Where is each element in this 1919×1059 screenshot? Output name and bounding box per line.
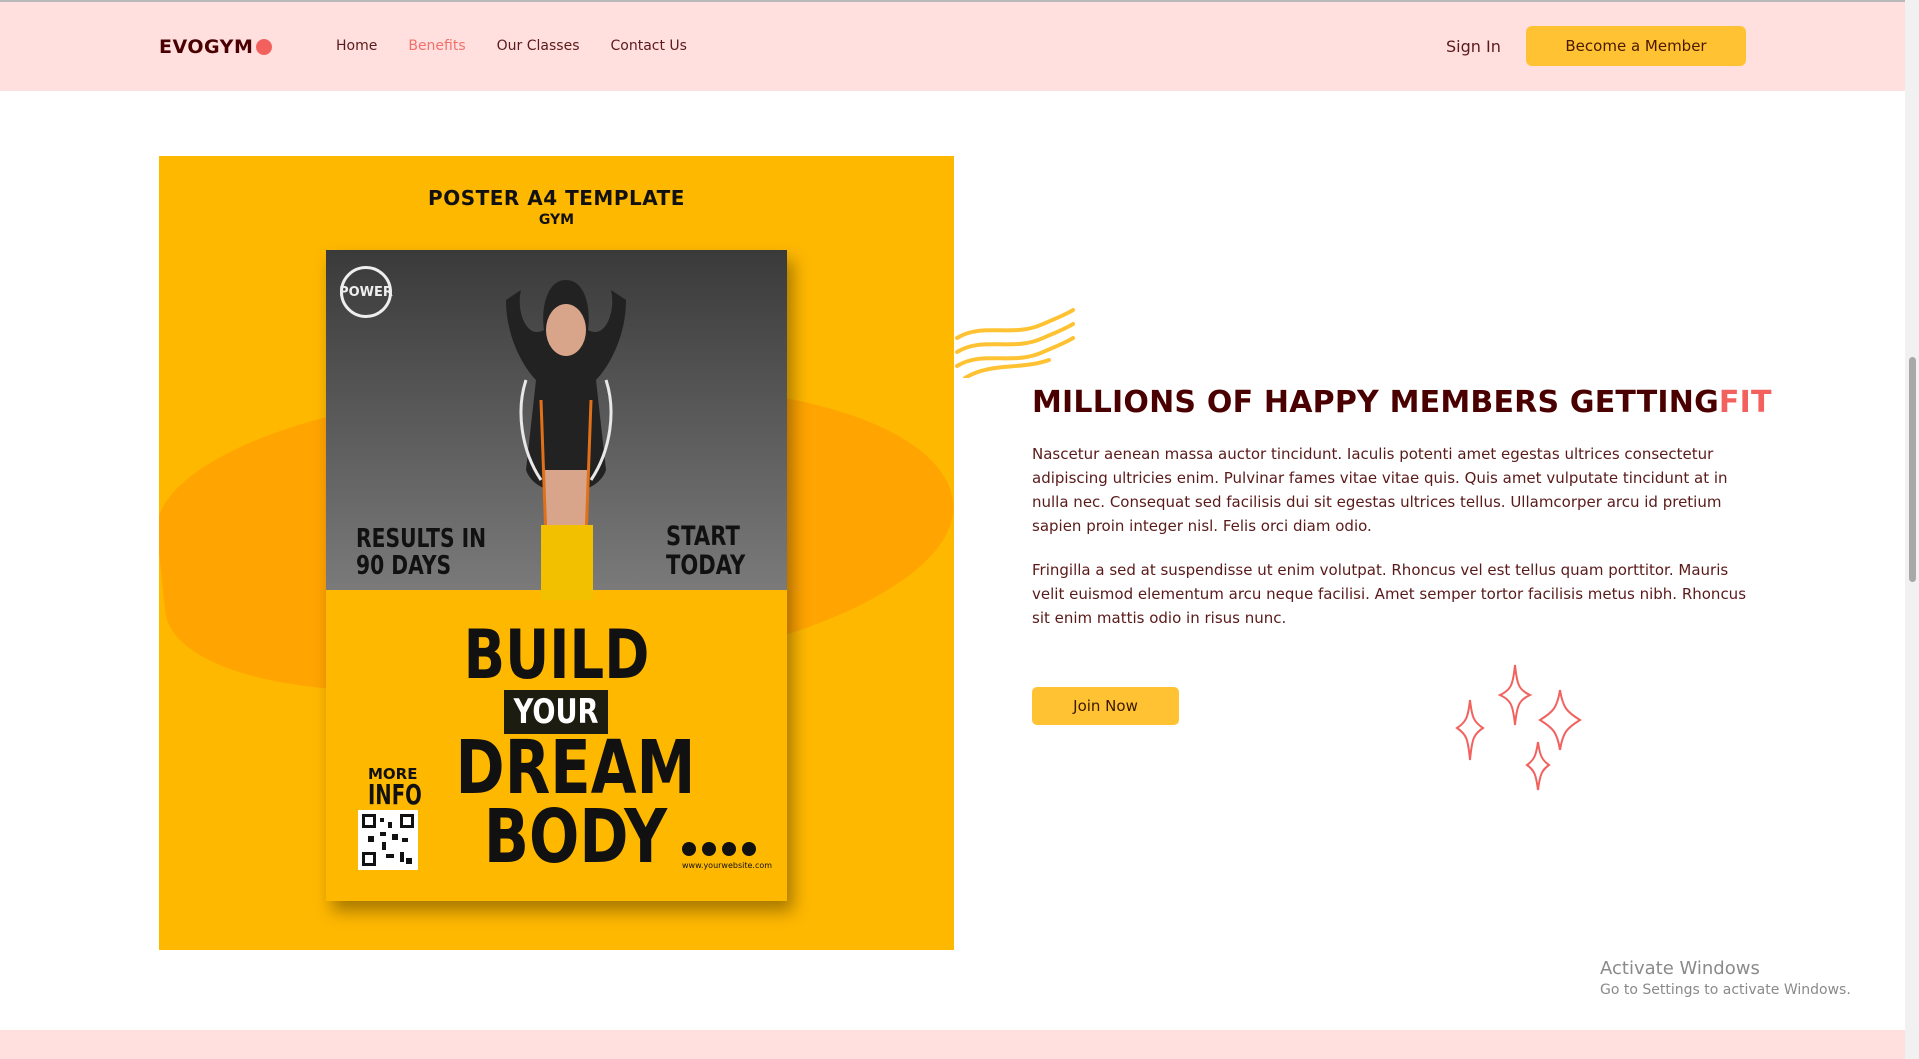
poster-image: POSTER A4 TEMPLATE GYM POWER RESULTS IN … [159, 156, 954, 950]
watermark-subtitle: Go to Settings to activate Windows. [1600, 982, 1851, 998]
scrollbar-thumb[interactable] [1909, 357, 1916, 582]
results-line-1: RESULTS IN [356, 524, 487, 554]
results-text: RESULTS IN 90 DAYS [356, 526, 486, 580]
paragraph-1: Nascetur aenean massa auctor tincidunt. … [1032, 445, 1728, 535]
poster-title: POSTER A4 TEMPLATE [428, 186, 685, 210]
footer-strip [0, 1030, 1905, 1059]
facebook-icon [702, 842, 716, 856]
results-line-2: 90 DAYS [356, 551, 452, 581]
start-line-2: TODAY [666, 550, 746, 581]
start-line-1: START [666, 521, 740, 552]
section-headline: MILLIONS OF HAPPY MEMBERS GETTINGFIT [1032, 385, 1772, 420]
nav-link-contact-us[interactable]: Contact Us [611, 38, 687, 54]
twitter-icon [722, 842, 736, 856]
website-text: www.yourwebsite.com [682, 861, 773, 870]
join-now-button[interactable]: Join Now [1032, 687, 1179, 725]
social-icons [682, 842, 756, 856]
poster-header: POSTER A4 TEMPLATE GYM [159, 186, 954, 228]
page: EVOGYM Home Benefits Our Classes Contact… [0, 0, 1919, 1059]
more-info-label: MORE INFO [368, 767, 445, 811]
wave-lines-icon [955, 308, 1075, 378]
nav-links: Home Benefits Our Classes Contact Us [336, 38, 687, 54]
sign-in-link[interactable]: Sign In [1446, 37, 1501, 56]
scrollbar[interactable] [1905, 0, 1919, 1059]
navbar: EVOGYM Home Benefits Our Classes Contact… [0, 2, 1905, 91]
start-text: START TODAY [666, 522, 745, 580]
build-line-3: DREAM [455, 725, 696, 811]
logo-dot-icon [256, 39, 273, 55]
watermark-title: Activate Windows [1600, 958, 1760, 979]
paragraph-2: Fringilla a sed at suspendisse ut enim v… [1032, 561, 1747, 627]
power-gym-badge: POWER [339, 266, 393, 318]
qr-code-icon [358, 810, 418, 870]
nav-link-our-classes[interactable]: Our Classes [497, 38, 580, 54]
gym-flyer: POWER RESULTS IN 90 DAYS START TODAY BUI… [326, 250, 787, 901]
become-member-button[interactable]: Become a Member [1526, 26, 1746, 66]
nav-link-home[interactable]: Home [336, 38, 377, 54]
instagram-icon [682, 842, 696, 856]
poster-subtitle: GYM [538, 212, 575, 228]
info-text: INFO [368, 778, 422, 811]
logo[interactable]: EVOGYM [159, 36, 273, 58]
logo-text: EVOGYM [159, 36, 254, 58]
headline-main: MILLIONS OF HAPPY MEMBERS GETTING [1032, 385, 1719, 420]
sparkles-icon [1455, 664, 1582, 791]
build-line-1: BUILD [463, 616, 650, 695]
nav-link-benefits[interactable]: Benefits [408, 38, 465, 54]
headline-accent: FIT [1718, 385, 1772, 420]
whatsapp-icon [742, 842, 756, 856]
activate-windows-watermark: Activate Windows Go to Settings to activ… [1600, 958, 1851, 998]
